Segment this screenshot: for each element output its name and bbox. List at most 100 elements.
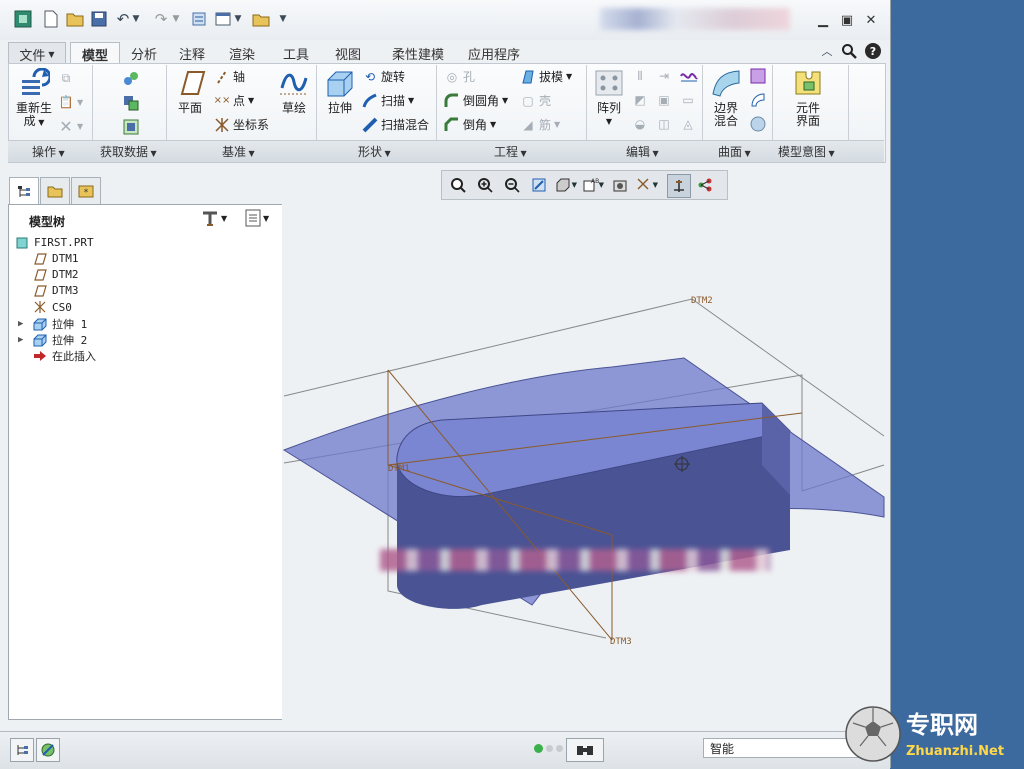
delete-icon[interactable]: ✕ ▼	[58, 117, 83, 136]
group-datum-label[interactable]: 基准 ▼	[222, 143, 255, 160]
swept-blend-button[interactable]: 扫描混合	[362, 116, 429, 133]
paste-icon[interactable]: 📋 ▼	[58, 94, 84, 110]
model-tree-item[interactable]: CS0	[32, 300, 72, 314]
coordinate-system-button[interactable]: 坐标系	[214, 116, 269, 133]
model-tree-tab[interactable]	[9, 177, 39, 206]
save-icon[interactable]	[88, 8, 110, 30]
extrude-button[interactable]: 拉伸	[322, 68, 358, 115]
sweep-button[interactable]: 扫描 ▼	[362, 92, 414, 109]
undo-dropdown-icon[interactable]: ▼	[130, 8, 142, 30]
datum-plane-button[interactable]: 平面	[170, 68, 210, 115]
minimize-button[interactable]: ▁	[812, 10, 834, 30]
redo-icon[interactable]: ↷	[150, 8, 172, 30]
tab-analysis[interactable]: 分析	[122, 42, 166, 64]
user-defined-feature-icon[interactable]	[122, 70, 140, 88]
datum-axis-button[interactable]: 轴	[214, 68, 245, 85]
model-tree-item[interactable]: DTM3	[32, 284, 79, 297]
windows-icon[interactable]	[212, 8, 234, 30]
zoom-in-icon[interactable]	[474, 174, 496, 196]
model-tree-item[interactable]: ▶ 拉伸 1	[18, 316, 87, 332]
windows-dropdown-icon[interactable]: ▼	[232, 8, 244, 30]
view-manager-icon[interactable]	[609, 174, 631, 196]
offset-icon[interactable]: ▣	[656, 92, 672, 108]
tab-applications[interactable]: 应用程序	[458, 42, 530, 64]
revolve-button[interactable]: ⟲ 旋转	[362, 68, 405, 85]
group-engineering-label[interactable]: 工程 ▼	[494, 143, 527, 160]
sketch-button[interactable]: 草绘	[276, 68, 312, 115]
new-file-icon[interactable]	[40, 8, 62, 30]
repaint-icon[interactable]	[528, 174, 550, 196]
pattern-dropdown-icon[interactable]: ▼	[606, 115, 612, 128]
folder-browser-tab[interactable]	[40, 177, 70, 204]
tab-render[interactable]: 渲染	[220, 42, 264, 64]
redo-dropdown-icon[interactable]: ▼	[170, 8, 182, 30]
group-editing-label[interactable]: 编辑 ▼	[626, 143, 659, 160]
spin-center-icon[interactable]	[667, 174, 691, 198]
tab-tools[interactable]: 工具	[274, 42, 318, 64]
help-icon[interactable]: ?	[862, 40, 884, 62]
customize-toolbar-icon[interactable]: ▼	[276, 8, 290, 30]
datum-point-button[interactable]: ×× 点 ▼	[214, 92, 255, 109]
rib-button[interactable]: ◢ 筋 ▼	[520, 116, 560, 133]
model-tree-item[interactable]: ▶ 拉伸 2	[18, 332, 87, 348]
project-icon[interactable]	[680, 68, 698, 84]
extend-icon[interactable]: ⇥	[656, 68, 672, 84]
close-button[interactable]: ✕	[860, 10, 882, 30]
style-icon[interactable]	[750, 68, 766, 84]
selection-filter-dropdown[interactable]: 智能	[703, 738, 863, 758]
tab-model[interactable]: 模型	[70, 42, 120, 65]
maximize-button[interactable]: ▣	[836, 10, 858, 30]
model-tree-item[interactable]: 在此插入	[32, 348, 96, 364]
toggle-browser-icon[interactable]	[36, 738, 60, 762]
show-options-button[interactable]: ▼	[245, 209, 269, 227]
group-surfaces-label[interactable]: 曲面 ▼	[718, 143, 751, 160]
trim-icon[interactable]: ◩	[632, 92, 648, 108]
tab-file[interactable]: 文件 ▼	[8, 42, 66, 65]
zoom-out-icon[interactable]	[501, 174, 523, 196]
round-button[interactable]: 倒圆角 ▼	[444, 92, 508, 109]
thicken-icon[interactable]: ▭	[680, 92, 696, 108]
tab-annotate[interactable]: 注释	[170, 42, 214, 64]
model-viewport[interactable]: DTM2 DTM1 DTM3	[282, 165, 885, 728]
group-get-data-label[interactable]: 获取数据 ▼	[100, 143, 157, 160]
toggle-navigator-icon[interactable]	[10, 738, 34, 762]
pattern-button[interactable]: 阵列 ▼	[594, 68, 624, 128]
saved-views-icon[interactable]: AB ▼	[582, 174, 604, 196]
group-shapes-label[interactable]: 形状 ▼	[358, 143, 391, 160]
group-model-intent-label[interactable]: 模型意图 ▼	[778, 143, 835, 160]
graphics-window[interactable]: DTM2 DTM1 DTM3	[282, 165, 885, 728]
copy-geometry-icon[interactable]	[122, 94, 140, 112]
copy-icon[interactable]: ⧉	[58, 70, 74, 86]
draft-button[interactable]: 拔模 ▼	[520, 68, 572, 85]
hole-button[interactable]: ◎ 孔	[444, 68, 475, 85]
tab-flexible-modeling[interactable]: 柔性建模	[380, 42, 456, 64]
chamfer-button[interactable]: 倒角 ▼	[444, 116, 496, 133]
open-folder-icon[interactable]	[64, 8, 86, 30]
find-icon[interactable]	[566, 738, 604, 762]
datum-display-filters-icon[interactable]: ▼	[636, 174, 658, 196]
intersect-icon[interactable]: ◬	[680, 116, 696, 132]
fill-surface-icon[interactable]	[750, 92, 766, 108]
annotation-display-icon[interactable]	[694, 174, 716, 196]
solidify-icon[interactable]: ◫	[656, 116, 672, 132]
close-window-folder-icon[interactable]	[250, 8, 272, 30]
refit-icon[interactable]	[447, 174, 469, 196]
merge-inheritance-icon[interactable]	[122, 118, 140, 136]
model-tree-item[interactable]: FIRST.PRT	[14, 236, 94, 249]
search-icon[interactable]	[838, 40, 860, 62]
freestyle-icon[interactable]	[750, 116, 766, 132]
mirror-icon[interactable]: ⫴	[632, 68, 648, 84]
group-operations-label[interactable]: 操作 ▼	[32, 143, 65, 160]
component-interface-button[interactable]: 元件 界面	[786, 68, 830, 128]
merge-icon[interactable]: ◒	[632, 116, 648, 132]
minimize-ribbon-icon[interactable]: ︿	[816, 40, 838, 62]
expand-arrow-icon[interactable]: ▶	[18, 335, 23, 345]
favorites-tab[interactable]: *	[71, 177, 101, 204]
tree-settings-button[interactable]: ▼	[201, 209, 227, 227]
boundary-blend-button[interactable]: 边界 混合	[708, 68, 744, 128]
tab-view[interactable]: 视图	[326, 42, 370, 64]
display-style-icon[interactable]: ▼	[555, 174, 577, 196]
regenerate-button[interactable]: 重新生 成 ▼	[12, 68, 56, 129]
model-tree-item[interactable]: DTM1	[32, 252, 79, 265]
shell-button[interactable]: ▢ 壳	[520, 92, 551, 109]
